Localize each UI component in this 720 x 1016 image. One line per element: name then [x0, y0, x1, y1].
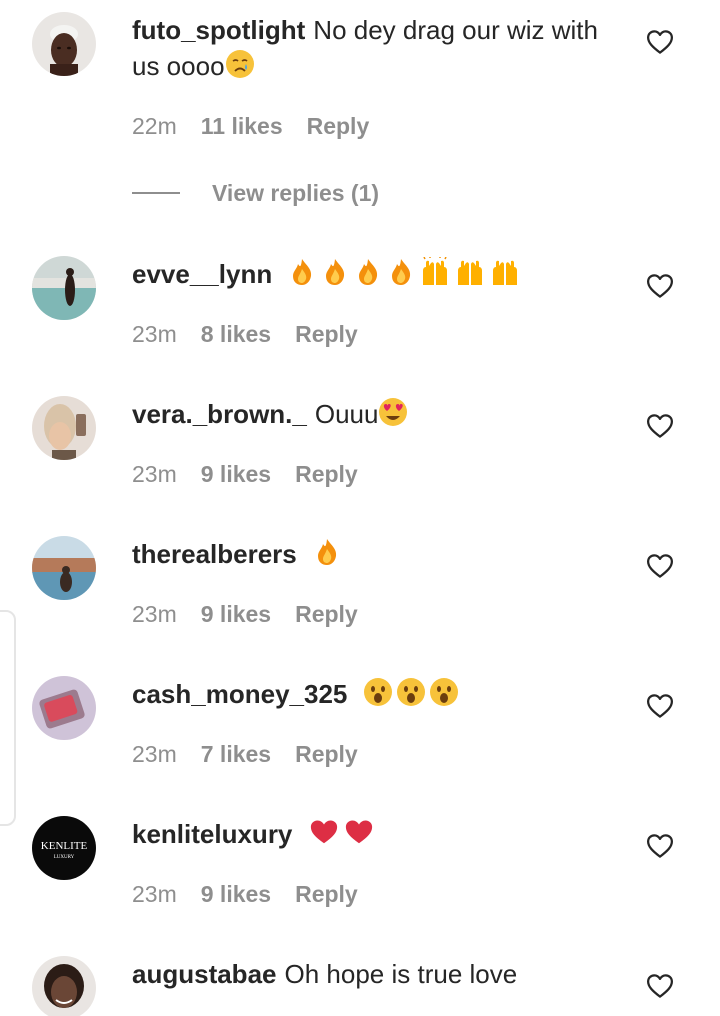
comment-text: evve__lynn — [132, 256, 602, 296]
like-heart-icon[interactable] — [645, 271, 675, 301]
avatar[interactable] — [32, 396, 96, 460]
comment-meta: 23m 9 likes Reply — [132, 458, 358, 490]
view-replies-divider — [132, 192, 180, 194]
heart-eyes-icon — [378, 397, 408, 436]
comment-text: futo_spotlight No dey drag our wiz with u… — [132, 12, 602, 88]
comment-emojis — [287, 256, 524, 289]
comment-text: vera._brown._ Ouuu — [132, 396, 602, 436]
comment-likes[interactable]: 7 likes — [201, 741, 271, 768]
raising-hands-icon — [454, 257, 486, 296]
reply-button[interactable]: Reply — [295, 461, 358, 488]
comment-username[interactable]: futo_spotlight — [132, 15, 305, 45]
comment-text: augustabae Oh hope is true love — [132, 956, 602, 992]
view-replies-label: View replies (1) — [212, 179, 380, 206]
comment-time: 23m — [132, 740, 177, 767]
comment-time: 23m — [132, 460, 177, 487]
avatar[interactable] — [32, 256, 96, 320]
view-replies-button[interactable]: View replies (1) — [132, 176, 379, 210]
comment-meta: 23m 8 likes Reply — [132, 318, 358, 350]
reply-button[interactable]: Reply — [307, 113, 370, 140]
raising-hands-icon — [489, 257, 521, 296]
comment-body: Oh hope is true love — [284, 959, 518, 989]
comment-time: 23m — [132, 600, 177, 627]
comment-emojis — [363, 678, 462, 709]
comment-meta: 23m 7 likes Reply — [132, 738, 358, 770]
comment-meta: 22m 11 likes Reply — [132, 110, 369, 142]
comment-meta: 23m 9 likes Reply — [132, 878, 358, 910]
comment-meta: 23m 9 likes Reply — [132, 598, 358, 630]
surprised-face-icon — [363, 677, 393, 716]
avatar[interactable] — [32, 956, 96, 1016]
crying-face-icon — [225, 49, 255, 88]
like-heart-icon[interactable] — [645, 831, 675, 861]
reply-button[interactable]: Reply — [295, 881, 358, 908]
like-heart-icon[interactable] — [645, 551, 675, 581]
side-panel-handle[interactable] — [0, 610, 16, 826]
reply-button[interactable]: Reply — [295, 601, 358, 628]
comments-page: futo_spotlight No dey drag our wiz with u… — [0, 0, 720, 1016]
comment-time: 23m — [132, 880, 177, 907]
comment-likes[interactable]: 11 likes — [201, 113, 283, 140]
comment-text: cash_money_325 — [132, 676, 602, 716]
like-heart-icon[interactable] — [645, 691, 675, 721]
comment-emojis — [308, 819, 378, 849]
surprised-face-icon — [396, 677, 426, 716]
fire-icon — [320, 257, 350, 296]
comment-username[interactable]: vera._brown._ — [132, 399, 307, 429]
comment-username[interactable]: augustabae — [132, 959, 277, 989]
red-heart-icon — [343, 817, 375, 856]
like-heart-icon[interactable] — [645, 27, 675, 57]
comment-likes[interactable]: 8 likes — [201, 321, 271, 348]
comment-username[interactable]: evve__lynn — [132, 259, 272, 289]
raising-hands-icon — [419, 256, 451, 296]
comment-text: therealberers — [132, 536, 602, 576]
comment-likes[interactable]: 9 likes — [201, 601, 271, 628]
fire-icon — [353, 257, 383, 296]
fire-icon — [312, 537, 342, 576]
avatar[interactable] — [32, 536, 96, 600]
avatar[interactable] — [32, 676, 96, 740]
comment-username[interactable]: cash_money_325 — [132, 679, 347, 709]
reply-button[interactable]: Reply — [295, 741, 358, 768]
comment-username[interactable]: therealberers — [132, 539, 297, 569]
reply-button[interactable]: Reply — [295, 321, 358, 348]
like-heart-icon[interactable] — [645, 411, 675, 441]
comment-username[interactable]: kenliteluxury — [132, 819, 292, 849]
surprised-face-icon — [429, 677, 459, 716]
comment-likes[interactable]: 9 likes — [201, 461, 271, 488]
avatar[interactable] — [32, 12, 96, 76]
fire-icon — [287, 257, 317, 296]
avatar-logo-subtext: LUXURY — [54, 855, 75, 860]
like-heart-icon[interactable] — [645, 971, 675, 1001]
comment-time: 23m — [132, 320, 177, 347]
comment-text: kenliteluxury — [132, 816, 602, 856]
avatar[interactable]: KENLITE LUXURY — [32, 816, 96, 880]
comment-likes[interactable]: 9 likes — [201, 881, 271, 908]
comment-time: 22m — [132, 112, 177, 139]
fire-icon — [386, 257, 416, 296]
red-heart-icon — [308, 817, 340, 856]
comment-body: Ouuu — [314, 399, 379, 429]
avatar-logo-text: KENLITE — [41, 840, 88, 852]
